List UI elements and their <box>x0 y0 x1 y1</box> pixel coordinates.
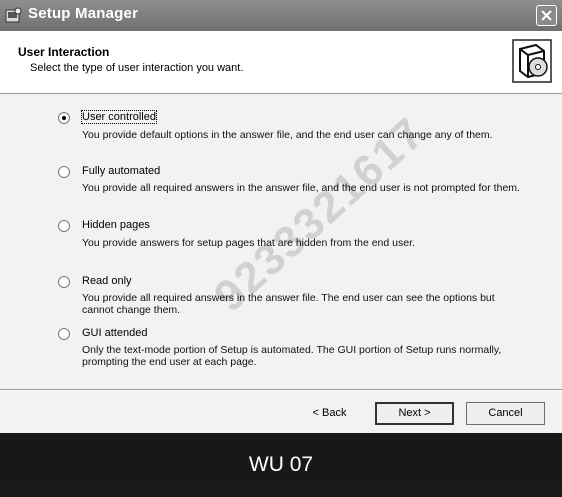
radio-user-controlled[interactable] <box>58 112 70 124</box>
option-description: You provide default options in the answe… <box>82 129 493 141</box>
option-description: You provide all required answers in the … <box>82 182 520 194</box>
radio-hidden-pages[interactable] <box>58 220 70 232</box>
page-subtitle: Select the type of user interaction you … <box>30 62 244 74</box>
cancel-button[interactable]: Cancel <box>466 402 545 425</box>
option-description: Only the text-mode portion of Setup is a… <box>82 344 502 368</box>
close-icon <box>541 10 552 21</box>
window-title: Setup Manager <box>28 5 139 22</box>
option-label[interactable]: GUI attended <box>82 327 147 339</box>
radio-fully-automated[interactable] <box>58 166 70 178</box>
close-button[interactable] <box>536 5 557 26</box>
footer-separator <box>0 389 562 391</box>
option-description: You provide all required answers in the … <box>82 292 495 316</box>
option-label[interactable]: Read only <box>82 275 132 287</box>
page-title: User Interaction <box>18 45 110 59</box>
option-label[interactable]: User controlled <box>81 110 157 124</box>
figure-caption: WU 07 <box>0 433 562 485</box>
back-button[interactable]: < Back <box>290 402 369 425</box>
radio-read-only[interactable] <box>58 276 70 288</box>
next-button[interactable]: Next > <box>375 402 454 425</box>
wizard-header: User Interaction Select the type of user… <box>0 31 562 94</box>
option-label[interactable]: Fully automated <box>82 165 160 177</box>
title-bar: Setup Manager <box>0 0 562 31</box>
radio-gui-attended[interactable] <box>58 328 70 340</box>
setup-manager-icon <box>5 7 22 24</box>
computer-disc-icon <box>512 39 552 88</box>
option-label[interactable]: Hidden pages <box>82 219 150 231</box>
